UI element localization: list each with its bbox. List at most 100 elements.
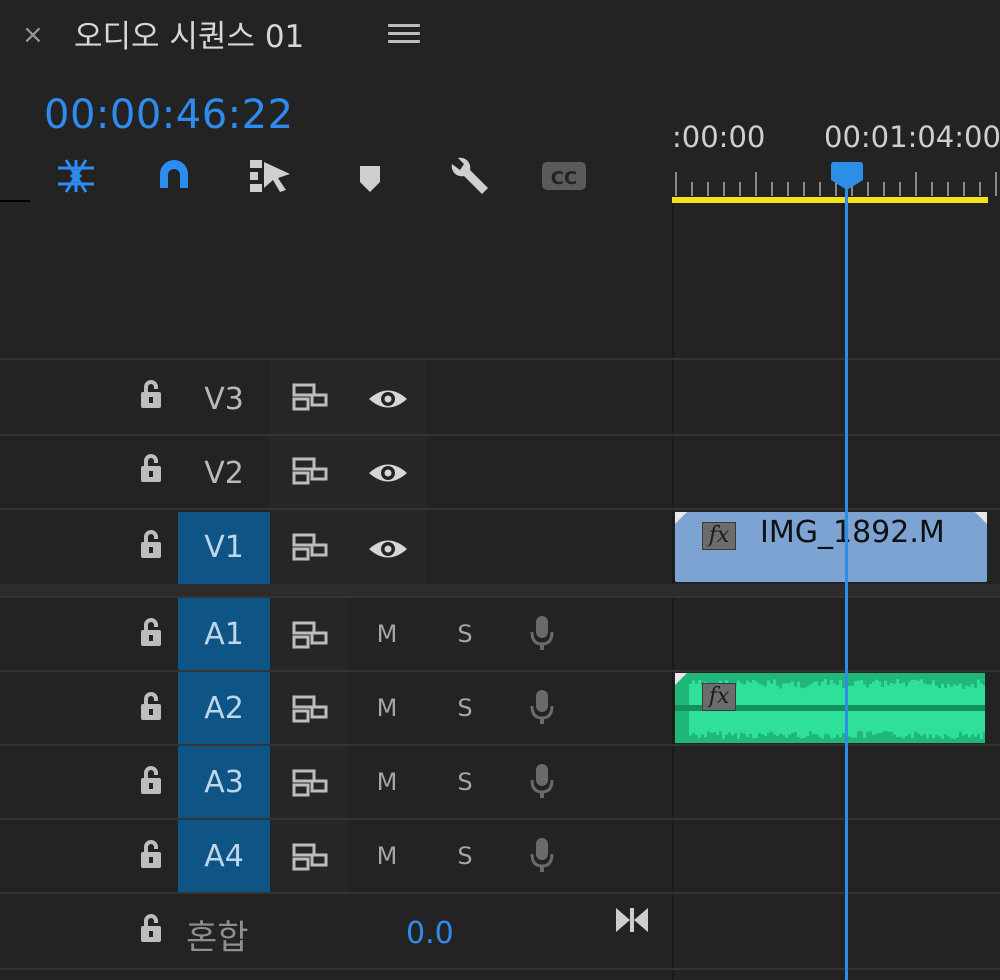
linked-selection-icon[interactable] [246, 150, 294, 202]
solo-button[interactable]: S [450, 620, 480, 648]
waveform-bar [701, 711, 704, 735]
work-area-bar[interactable] [672, 197, 988, 203]
waveform-bar [716, 711, 719, 735]
waveform-bar [839, 711, 842, 738]
waveform-bar [734, 711, 737, 734]
sync-lock-icon[interactable] [290, 530, 334, 564]
voice-over-mic-icon[interactable] [527, 836, 557, 876]
waveform-bar [938, 711, 941, 737]
waveform-bar [698, 679, 701, 705]
waveform-bar [800, 687, 803, 705]
voice-over-mic-icon[interactable] [527, 762, 557, 802]
waveform-bar [764, 711, 767, 737]
waveform-bar [974, 687, 977, 705]
waveform-bar [896, 679, 899, 705]
ripple-edit-icon[interactable] [52, 150, 100, 202]
track-lock-icon[interactable] [136, 378, 166, 412]
playhead-timecode[interactable]: 00:00:46:22 [44, 88, 294, 142]
sync-lock-icon[interactable] [290, 454, 334, 488]
waveform-bar [800, 711, 803, 739]
solo-button[interactable]: S [450, 768, 480, 796]
track-lock-icon[interactable] [136, 528, 166, 562]
playhead-handle[interactable] [831, 162, 863, 190]
waveform-bar [869, 711, 872, 732]
waveform-bar [746, 680, 749, 705]
waveform-bar [767, 680, 770, 705]
mix-volume-value[interactable]: 0.0 [406, 916, 454, 951]
timeline-settings-wrench-icon[interactable] [444, 150, 492, 202]
waveform-bar [968, 686, 971, 705]
sync-lock-icon[interactable] [290, 840, 334, 874]
snap-magnet-icon[interactable] [150, 150, 198, 202]
mute-button[interactable]: M [372, 842, 402, 870]
track-label-a3[interactable]: A3 [178, 746, 270, 820]
track-label-a2[interactable]: A2 [178, 672, 270, 746]
sync-lock-icon[interactable] [290, 766, 334, 800]
panel-menu-icon[interactable] [388, 20, 420, 50]
waveform-bar [893, 711, 896, 735]
waveform-bar [749, 682, 752, 705]
waveform-bar [743, 711, 746, 734]
waveform-bar [866, 687, 869, 705]
track-lock-icon[interactable] [136, 616, 166, 650]
track-label-a1[interactable]: A1 [178, 598, 270, 672]
waveform-bar [941, 711, 944, 739]
track-lock-icon[interactable] [136, 912, 166, 946]
track-lock-icon[interactable] [136, 690, 166, 724]
waveform-bar [911, 711, 914, 739]
fx-badge[interactable]: fx [702, 522, 736, 550]
voice-over-mic-icon[interactable] [527, 614, 557, 654]
mute-button[interactable]: M [372, 694, 402, 722]
playhead-line[interactable] [845, 186, 848, 980]
mix-pan-icon[interactable] [612, 904, 652, 936]
sequence-tab-title[interactable]: 오디오 시퀀스 01 [74, 17, 304, 57]
track-label-v2[interactable]: V2 [178, 454, 270, 494]
waveform-bar [794, 711, 797, 733]
mute-button[interactable]: M [372, 768, 402, 796]
add-marker-icon[interactable] [346, 150, 394, 202]
waveform-bar [914, 711, 917, 732]
waveform-bar [926, 684, 929, 705]
toggle-output-eye-icon[interactable] [366, 532, 410, 566]
waveform-bar [917, 680, 920, 705]
mute-button[interactable]: M [372, 620, 402, 648]
track-label-a4[interactable]: A4 [178, 820, 270, 894]
waveform-bar [935, 711, 938, 735]
waveform-bar [695, 711, 698, 736]
track-lock-icon[interactable] [136, 838, 166, 872]
sync-lock-icon[interactable] [290, 618, 334, 652]
waveform-bar [896, 711, 899, 738]
waveform-bar [950, 686, 953, 705]
sync-lock-icon[interactable] [290, 380, 334, 414]
waveform-bar [959, 683, 962, 705]
waveform-bar [923, 711, 926, 735]
waveform-bar [803, 711, 806, 738]
fx-badge[interactable]: fx [702, 683, 736, 711]
waveform-bar [707, 711, 710, 732]
waveform-bar [740, 683, 743, 705]
toggle-output-eye-icon[interactable] [366, 456, 410, 490]
waveform-bar [908, 711, 911, 734]
track-lock-icon[interactable] [136, 764, 166, 798]
solo-button[interactable]: S [450, 842, 480, 870]
waveform-bar [689, 711, 692, 736]
track-label-v1[interactable]: V1 [178, 512, 270, 584]
waveform-bar [968, 711, 971, 738]
track-lock-icon[interactable] [136, 452, 166, 486]
waveform-bar [737, 680, 740, 705]
waveform-bar [698, 711, 701, 739]
waveform-bar [932, 680, 935, 705]
waveform-bar [890, 683, 893, 705]
sync-lock-icon[interactable] [290, 692, 334, 726]
captions-cc-icon[interactable]: CC [540, 150, 588, 202]
voice-over-mic-icon[interactable] [527, 688, 557, 728]
waveform-bar [722, 711, 725, 739]
waveform-bar [962, 711, 965, 736]
track-label-v3[interactable]: V3 [178, 380, 270, 420]
waveform-bar [947, 711, 950, 737]
solo-button[interactable]: S [450, 694, 480, 722]
close-panel-button[interactable]: × [22, 20, 44, 50]
waveform-bar [791, 681, 794, 705]
waveform-bar [815, 711, 818, 735]
toggle-output-eye-icon[interactable] [366, 382, 410, 416]
